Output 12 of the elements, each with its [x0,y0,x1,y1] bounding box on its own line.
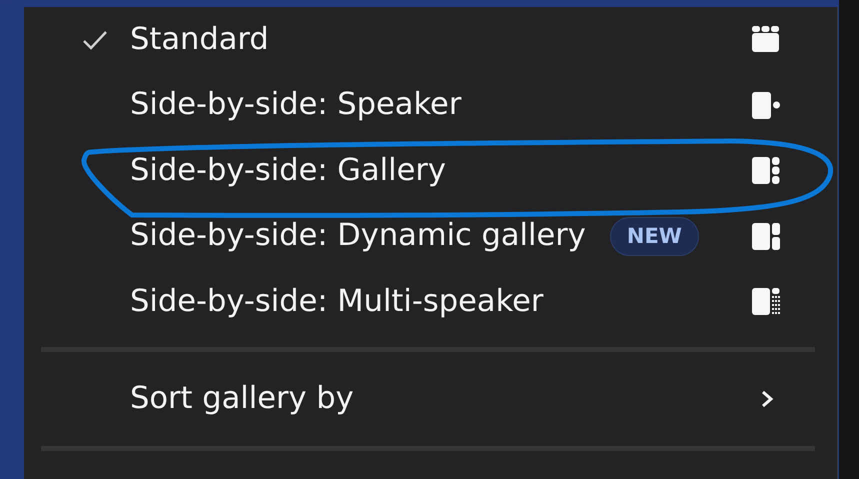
gallery-layout-icon [750,155,781,186]
layout-menu-item[interactable]: Side-by-side: Dynamic gallery NEW [24,204,837,269]
chevron-right-icon [760,390,774,408]
layout-menu-item[interactable]: Standard [24,7,837,72]
speaker-layout-icon [750,90,781,121]
new-badge: NEW [610,216,699,256]
split-layout-icon [750,220,781,252]
layout-menu-item[interactable]: Side-by-side: Speaker [24,72,837,138]
multi-tile-layout-icon [750,286,781,318]
layout-menu-item[interactable]: Side-by-side: Gallery [24,138,837,204]
sort-gallery-menu-item[interactable]: Sort gallery by [24,364,837,434]
layout-menu-item[interactable]: Side-by-side: Multi-speaker [24,269,837,334]
